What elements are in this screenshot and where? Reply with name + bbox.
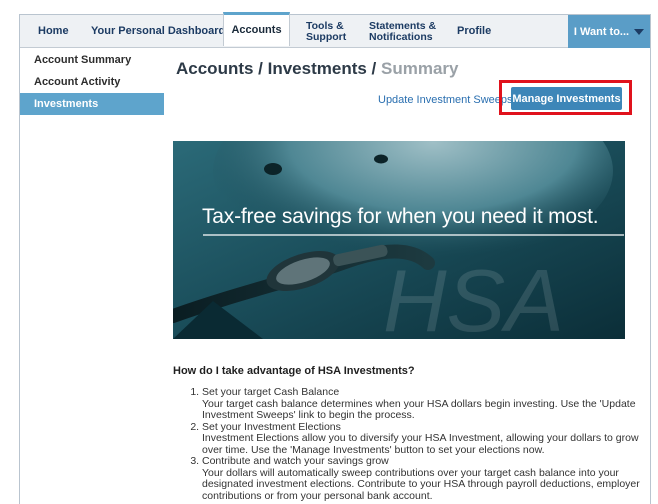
step-title: Contribute and watch your savings grow — [202, 455, 389, 467]
nav-statements-line1: Statements & — [369, 19, 437, 32]
sidebar-item-label: Account Summary — [34, 54, 132, 66]
nav-tools-support[interactable]: Tools & Support — [306, 15, 346, 48]
nav-dashboard[interactable]: Your Personal Dashboard — [91, 15, 225, 48]
list-item: Set your target Cash Balance Your target… — [202, 386, 643, 422]
page-title: Accounts / Investments / Summary — [176, 59, 459, 79]
sidebar-item-label: Investments — [34, 98, 99, 110]
update-investment-sweeps-link[interactable]: Update Investment Sweeps — [378, 94, 513, 106]
sidebar-item-account-activity[interactable]: Account Activity — [20, 71, 164, 93]
nav-tools-line1: Tools & — [306, 19, 344, 32]
sidebar: Account Summary Account Activity Investm… — [20, 49, 164, 115]
nav-dashboard-label: Your Personal Dashboard — [91, 25, 226, 37]
hsa-info: How do I take advantage of HSA Investmen… — [173, 365, 643, 502]
top-nav: Home Your Personal Dashboard Accounts To… — [20, 12, 650, 48]
chevron-down-icon — [634, 28, 645, 35]
step-title: Set your target Cash Balance — [202, 386, 340, 398]
i-want-to-menu[interactable]: I Want to... — [568, 15, 650, 48]
step-description: Your target cash balance determines when… — [202, 397, 636, 421]
i-want-to-label: I Want to... — [573, 25, 630, 38]
nav-statements[interactable]: Statements & Notifications — [369, 15, 436, 48]
banner-headline: Tax-free savings for when you need it mo… — [202, 205, 599, 228]
nav-statements-line2: Notifications — [369, 30, 433, 43]
sidebar-item-investments[interactable]: Investments — [20, 93, 164, 115]
nav-profile[interactable]: Profile — [457, 15, 491, 48]
nav-accounts[interactable]: Accounts — [223, 12, 290, 46]
hsa-banner: HSA Tax-free savings for when you need i… — [173, 141, 625, 339]
nav-accounts-label: Accounts — [231, 24, 282, 36]
list-item: Contribute and watch your savings grow Y… — [202, 455, 643, 502]
nav-profile-label: Profile — [457, 25, 492, 37]
app-frame: Home Your Personal Dashboard Accounts To… — [19, 12, 651, 504]
list-item: Set your Investment Elections Investment… — [202, 420, 643, 457]
page-title-secondary: Summary — [381, 59, 459, 78]
nav-home-label: Home — [38, 25, 69, 37]
banner-image: HSA — [173, 141, 625, 339]
manage-investments-button[interactable]: Manage Investments — [511, 87, 622, 110]
nav-tools-line2: Support — [306, 30, 347, 43]
step-description: Your dollars will automatically sweep co… — [202, 466, 640, 502]
steps-list: Set your target Cash Balance Your target… — [173, 386, 643, 502]
step-description: Investment Elections allow you to divers… — [202, 432, 639, 456]
nav-home[interactable]: Home — [38, 15, 69, 48]
step-title: Set your Investment Elections — [202, 420, 341, 433]
sidebar-item-account-summary[interactable]: Account Summary — [20, 49, 164, 71]
section-question: How do I take advantage of HSA Investmen… — [173, 365, 415, 377]
sidebar-item-label: Account Activity — [34, 76, 121, 88]
page-title-primary: Accounts / Investments / — [176, 59, 377, 78]
banner-watermark: HSA — [383, 251, 564, 339]
